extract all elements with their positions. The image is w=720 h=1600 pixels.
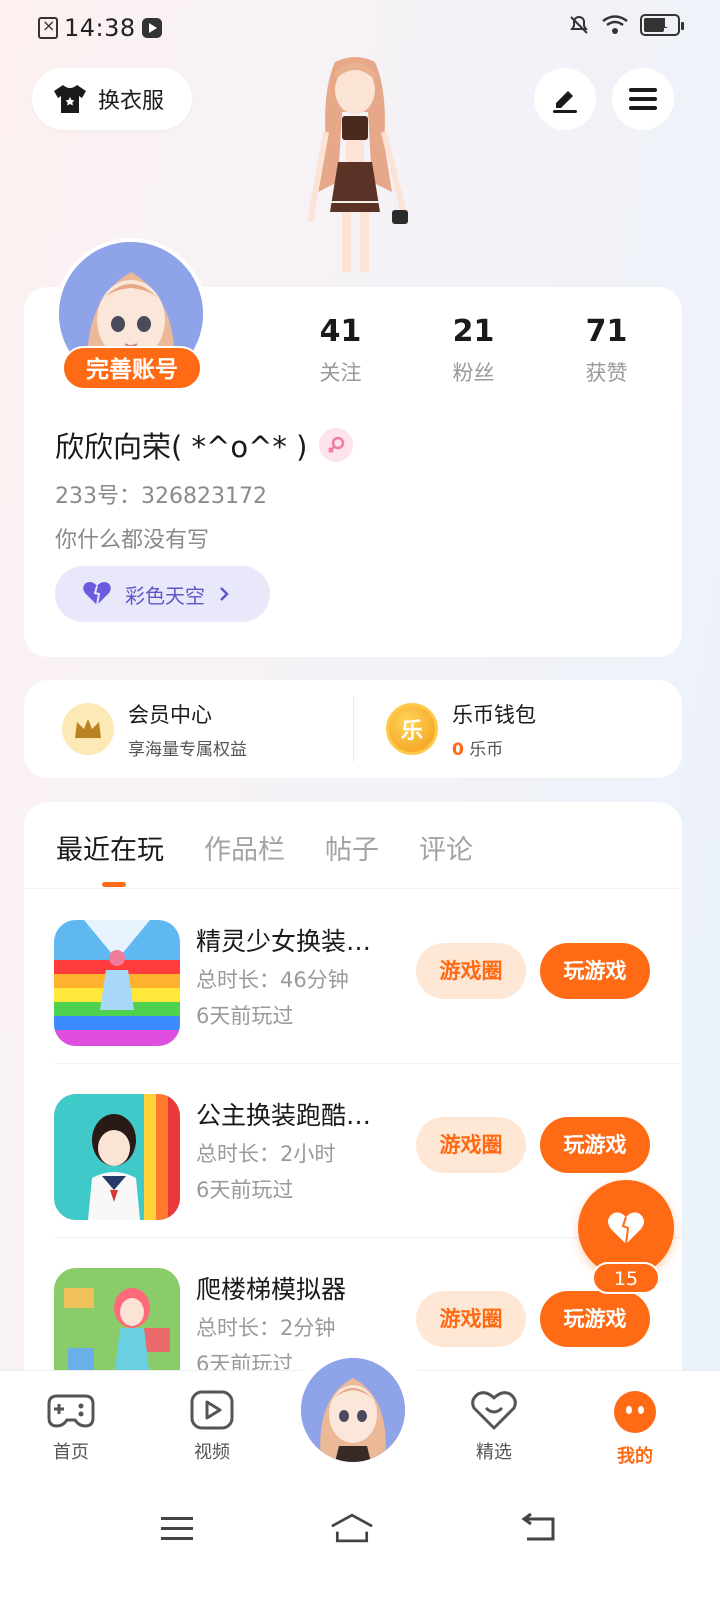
nav-mine[interactable]: 我的 xyxy=(590,1390,680,1468)
recents-icon xyxy=(161,1517,193,1540)
menu-button[interactable] xyxy=(612,68,674,130)
status-bar: 14:38 41 xyxy=(0,0,720,56)
nav-featured[interactable]: 精选 xyxy=(449,1390,539,1464)
stat-likes[interactable]: 71 获赞 xyxy=(540,314,673,387)
stat-likes-value: 71 xyxy=(585,314,628,349)
nav-video[interactable]: 视频 xyxy=(167,1390,257,1464)
game-title: 公主换装跑酷… xyxy=(196,1101,372,1130)
edit-profile-button[interactable] xyxy=(534,68,596,130)
profile-stats: 41 关注 21 粉丝 71 获赞 xyxy=(274,314,674,387)
play-game-button[interactable]: 玩游戏 xyxy=(540,943,650,999)
crown-icon xyxy=(62,703,114,755)
mute-bell-icon xyxy=(570,15,588,34)
coin-icon: 乐 xyxy=(386,703,438,755)
media-play-icon xyxy=(141,18,162,38)
pen-icon xyxy=(553,91,577,113)
battery-level: 41 xyxy=(651,17,669,32)
wallet-entry[interactable]: 乐 乐币钱包 0 乐币 xyxy=(386,680,536,778)
tab-comments[interactable]: 评论 xyxy=(419,828,473,867)
mine-face-icon xyxy=(614,1391,656,1433)
username-text: 欣欣向荣( *^o^* ) xyxy=(55,430,308,464)
game-circle-button[interactable]: 游戏圈 xyxy=(416,1117,526,1173)
stat-following-value: 41 xyxy=(319,314,362,349)
chevron-right-icon xyxy=(220,587,229,601)
play-game-button[interactable]: 玩游戏 xyxy=(540,1291,650,1347)
menu-icon xyxy=(629,88,657,110)
complete-account-button[interactable]: 完善账号 xyxy=(62,346,202,390)
vip-center-entry[interactable]: 会员中心 享海量专属权益 xyxy=(62,680,247,778)
stat-following[interactable]: 41 关注 xyxy=(274,314,407,387)
stat-following-label: 关注 xyxy=(319,361,362,385)
back-icon xyxy=(521,1513,555,1541)
nav-video-label: 视频 xyxy=(194,1442,230,1463)
colorful-sky-tag[interactable]: 彩色天空 xyxy=(55,566,270,622)
game-last-played: 6天前玩过 xyxy=(196,1178,294,1202)
game-title: 爬楼梯模拟器 xyxy=(196,1275,347,1304)
nav-mine-label: 我的 xyxy=(617,1446,653,1467)
divider xyxy=(353,696,354,762)
tab-indicator xyxy=(102,882,126,887)
wallet-amount: 0 xyxy=(452,739,464,760)
change-outfit-button[interactable]: 换衣服 xyxy=(32,68,192,130)
wifi-icon xyxy=(602,15,628,34)
tab-posts[interactable]: 帖子 xyxy=(325,828,379,867)
nav-featured-label: 精选 xyxy=(476,1442,512,1463)
user-id: 233号：326823172 xyxy=(55,484,267,509)
play-game-button[interactable]: 玩游戏 xyxy=(540,1117,650,1173)
shirt-icon xyxy=(54,85,86,113)
game-thumbnail[interactable] xyxy=(54,920,180,1046)
home-button[interactable] xyxy=(330,1508,374,1548)
stat-followers[interactable]: 21 粉丝 xyxy=(407,314,540,387)
vip-center-title: 会员中心 xyxy=(128,702,212,727)
wallet-unit: 乐币 xyxy=(469,739,504,760)
purple-heart-icon xyxy=(83,582,111,606)
featured-heart-icon xyxy=(471,1391,517,1430)
like-count: 15 xyxy=(592,1262,660,1294)
avatar-illustration xyxy=(301,1358,405,1462)
user-bio: 你什么都没有写 xyxy=(55,528,210,553)
game-thumbnail[interactable] xyxy=(54,1094,180,1220)
heart-icon xyxy=(608,1212,644,1245)
wallet-title: 乐币钱包 xyxy=(452,702,536,727)
game-last-played: 6天前玩过 xyxy=(196,1004,294,1028)
profile-tabs: 最近在玩 作品栏 帖子 评论 xyxy=(56,828,473,867)
back-button[interactable] xyxy=(516,1508,560,1548)
home-icon xyxy=(331,1513,373,1543)
nav-home-label: 首页 xyxy=(53,1442,89,1463)
stat-followers-value: 21 xyxy=(452,314,495,349)
female-gender-icon xyxy=(319,428,354,462)
stat-likes-label: 获赞 xyxy=(585,361,628,385)
game-circle-button[interactable]: 游戏圈 xyxy=(416,943,526,999)
game-duration: 总时长：2分钟 xyxy=(196,1316,336,1340)
username: 欣欣向荣( *^o^* ) xyxy=(55,424,354,466)
gamepad-icon xyxy=(47,1394,95,1428)
game-duration: 总时长：2小时 xyxy=(196,1142,336,1166)
sim-error-icon xyxy=(38,16,58,39)
game-duration: 总时长：46分钟 xyxy=(196,968,349,992)
avatar-figure[interactable] xyxy=(280,52,430,288)
nav-avatar-button[interactable] xyxy=(298,1355,408,1465)
tab-divider xyxy=(24,888,682,889)
game-circle-button[interactable]: 游戏圈 xyxy=(416,1291,526,1347)
tab-works[interactable]: 作品栏 xyxy=(204,828,285,867)
nav-home[interactable]: 首页 xyxy=(26,1390,116,1464)
tab-recent-played[interactable]: 最近在玩 xyxy=(56,828,164,867)
game-title: 精灵少女换装… xyxy=(196,927,372,956)
game-row[interactable]: 精灵少女换装… 总时长：46分钟 6天前玩过 游戏圈 玩游戏 xyxy=(54,890,682,1064)
status-time: 14:38 xyxy=(64,14,136,42)
change-outfit-label: 换衣服 xyxy=(98,89,165,114)
video-play-icon xyxy=(190,1390,234,1430)
member-card: 会员中心 享海量专属权益 乐 乐币钱包 0 乐币 xyxy=(24,680,682,778)
colorful-sky-label: 彩色天空 xyxy=(125,583,205,608)
recents-button[interactable] xyxy=(155,1508,199,1548)
stat-followers-label: 粉丝 xyxy=(452,361,495,385)
battery-icon: 41 xyxy=(640,14,684,36)
vip-center-subtitle: 享海量专属权益 xyxy=(128,739,247,760)
